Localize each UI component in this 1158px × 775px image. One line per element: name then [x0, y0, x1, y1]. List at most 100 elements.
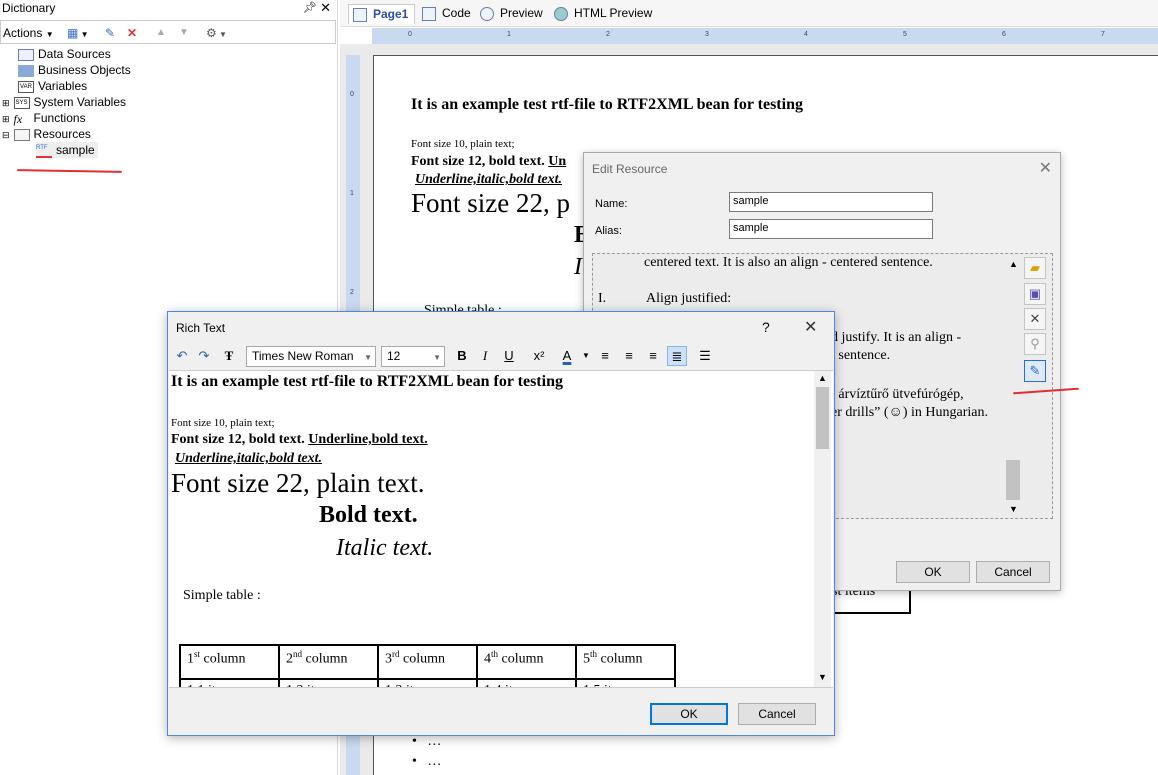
font-name-select[interactable]: Times New Roman ▼ [246, 346, 376, 367]
alias-label: Alias: [595, 225, 622, 237]
help-button[interactable]: ? [762, 319, 770, 335]
settings-gear-icon[interactable]: ⚙ ▼ [206, 24, 227, 42]
tree-item-resources[interactable]: ⊟ Resources [2, 126, 91, 142]
cell-num: 1 [187, 651, 194, 667]
preview-text: l sentence. [831, 348, 891, 363]
underline-span: Underline,bold text. [308, 432, 428, 447]
align-center-icon[interactable]: ≡ [619, 346, 639, 366]
font-color-icon[interactable]: A [557, 346, 577, 366]
zoom-icon[interactable]: ⚲ [1024, 333, 1046, 355]
align-justify-icon[interactable]: ≣ [667, 346, 687, 366]
resources-icon [13, 128, 30, 141]
table-cell: 1st column [179, 644, 280, 680]
expand-icon[interactable]: ⊞ [2, 98, 10, 108]
superscript-icon[interactable]: x² [529, 346, 549, 366]
undo-icon[interactable]: ↶ [172, 346, 192, 366]
page-line-3: Underline,italic,bold text. [415, 172, 562, 187]
actions-menu[interactable]: Actions ▼ [3, 24, 54, 42]
clear-format-icon[interactable]: Ŧ [219, 346, 239, 366]
tab-label: Page1 [373, 7, 409, 21]
scroll-up-icon[interactable]: ▲ [1009, 259, 1018, 269]
edit-icon[interactable]: ✎ [105, 24, 115, 42]
name-input[interactable]: sample [729, 192, 933, 212]
edit-pencil-icon[interactable]: ✎ [1024, 360, 1046, 382]
underline-icon[interactable]: U [499, 346, 519, 366]
ruler-label: 6 [1002, 31, 1006, 38]
cell-sup: th [590, 649, 598, 659]
tree-item-functions[interactable]: ⊞ fx Functions [2, 110, 86, 126]
tree-item-sample[interactable]: RTF sample [36, 142, 98, 158]
collapse-icon[interactable]: ⊟ [2, 130, 10, 140]
cell-word: column [498, 651, 544, 667]
move-down-icon[interactable]: ▼ [179, 24, 189, 42]
dictionary-toolbar: Actions ▼ ▦ ▼ ✎ ✕ ▲ ▼ ⚙ ▼ [0, 20, 336, 44]
tab-preview[interactable]: Preview [480, 4, 543, 24]
new-item-icon[interactable]: ▦ ▼ [67, 24, 88, 42]
open-folder-icon[interactable]: ▰ [1024, 257, 1046, 279]
tab-html-preview[interactable]: HTML Preview [554, 4, 652, 24]
tree-item-data-sources[interactable]: Data Sources [18, 46, 111, 62]
scroll-down-icon[interactable]: ▼ [818, 672, 827, 682]
preview-scrollbar[interactable]: ▲ ▼ [1004, 254, 1022, 518]
cell-num: 3 [385, 651, 392, 667]
page-icon [353, 7, 367, 22]
tab-page1[interactable]: Page1 [348, 4, 416, 24]
editor-table: 1st column 2nd column 3rd column 4th col… [179, 644, 676, 687]
edit-resource-title: Edit Resource [592, 162, 668, 176]
cell-word: column [597, 651, 643, 667]
close-icon[interactable]: ✕ [804, 317, 817, 337]
rich-text-toolbar: ↶ ↷ Ŧ Times New Roman ▼ 12 ▼ B I U x² A ▼ … [168, 343, 834, 369]
chevron-down-icon[interactable]: ▼ [576, 346, 596, 366]
expand-icon[interactable]: ⊞ [2, 114, 10, 124]
delete-icon[interactable]: ✕ [127, 24, 137, 42]
tree-item-business-objects[interactable]: Business Objects [18, 62, 131, 78]
save-icon[interactable]: ▣ [1024, 283, 1046, 305]
rich-text-editor[interactable]: It is an example test rtf-file to RTF2XM… [169, 370, 833, 688]
close-icon[interactable]: ✕ [1039, 158, 1052, 178]
cell-num: 4 [484, 651, 491, 667]
italic-icon[interactable]: I [475, 346, 495, 366]
editor-scrollbar[interactable]: ▲ ▼ [814, 371, 831, 687]
functions-icon: fx [13, 111, 23, 126]
scroll-thumb[interactable] [816, 387, 829, 449]
cell-sup: th [491, 649, 499, 659]
bullet-text: … [427, 734, 442, 749]
table-row: 1.1 it 1.2 it 1.3 it 1.4 it 1.5 it [179, 678, 676, 687]
cell-word: column [399, 651, 445, 667]
tree-item-label: Functions [33, 111, 86, 125]
rich-ok-button[interactable]: OK [650, 703, 728, 725]
edit-cancel-button[interactable]: Cancel [976, 561, 1050, 583]
designer-tabs: Page1 Code Preview HTML Preview [340, 0, 1158, 27]
delete-tools-icon[interactable]: ✕ [1024, 308, 1046, 330]
scroll-thumb[interactable] [1006, 460, 1020, 500]
tree-item-label: Resources [33, 127, 91, 141]
scroll-down-icon[interactable]: ▼ [1009, 504, 1018, 514]
alias-input[interactable]: sample [729, 219, 933, 239]
tree-item-label: Data Sources [38, 47, 111, 61]
bold-span: Font size 12, bold text. [171, 432, 305, 447]
ruler-label: 7 [1101, 31, 1105, 38]
editor-bold-line: Bold text. [319, 502, 418, 528]
align-left-icon[interactable]: ≡ [595, 346, 615, 366]
dictionary-title: Dictionary [2, 1, 56, 15]
align-right-icon[interactable]: ≡ [643, 346, 663, 366]
tree-item-variables[interactable]: VAR Variables [18, 78, 87, 94]
ruler-label: 2 [350, 289, 354, 296]
editor-italic-line: Italic text. [336, 535, 434, 561]
scroll-up-icon[interactable]: ▲ [818, 373, 827, 383]
actions-label: Actions [3, 26, 43, 40]
bold-icon[interactable]: B [452, 346, 472, 366]
tree-item-system-variables[interactable]: ⊞ SYS System Variables [2, 94, 126, 110]
close-icon[interactable]: ✕ [320, 0, 331, 16]
font-size-select[interactable]: 12 ▼ [381, 346, 445, 367]
variables-icon: VAR [18, 80, 34, 93]
redo-icon[interactable]: ↷ [194, 346, 214, 366]
rich-text-dialog: Rich Text ? ✕ ↶ ↷ Ŧ Times New Roman ▼ 12 ▼… [167, 311, 835, 736]
move-up-icon[interactable]: ▲ [156, 24, 166, 42]
tab-code[interactable]: Code [422, 4, 471, 24]
edit-ok-button[interactable]: OK [896, 561, 970, 583]
bullet-list-icon[interactable]: ☰ [695, 346, 715, 366]
rich-cancel-button[interactable]: Cancel [738, 703, 816, 725]
tree-item-label: sample [56, 143, 95, 157]
pin-icon[interactable]: 📌︎ [303, 1, 317, 14]
